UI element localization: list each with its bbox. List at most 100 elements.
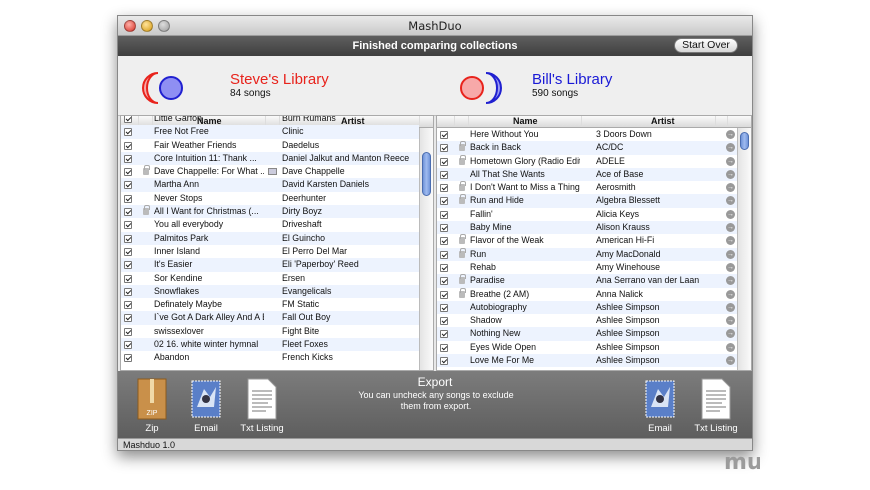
table-row[interactable]: Fair Weather Friends Daedelus — [121, 139, 419, 152]
arrow-right-icon[interactable]: → — [726, 249, 735, 259]
table-row[interactable]: Inner Island El Perro Del Mar — [121, 245, 419, 258]
steve-scrollbar[interactable] — [419, 128, 433, 370]
table-row[interactable]: 02 16. white winter hymnal Fleet Foxes — [121, 338, 419, 352]
include-checkbox[interactable] — [440, 263, 448, 272]
arrow-right-icon[interactable]: → — [726, 276, 735, 286]
table-row[interactable]: Little Garfon Burn Rumans — [121, 116, 419, 125]
include-checkbox[interactable] — [124, 287, 132, 296]
export-zip-label[interactable]: Zip — [122, 423, 182, 434]
include-checkbox[interactable] — [440, 250, 448, 259]
table-row[interactable]: Back in Back AC/DC → — [437, 141, 737, 155]
table-row[interactable]: Breathe (2 AM) Anna Nalick → — [437, 287, 737, 301]
include-checkbox[interactable] — [440, 157, 448, 166]
arrow-right-icon[interactable]: → — [726, 236, 735, 246]
include-checkbox[interactable] — [440, 144, 448, 153]
export-txt-label[interactable]: Txt Listing — [232, 423, 292, 434]
export-email-label[interactable]: Email — [176, 423, 236, 434]
table-row[interactable]: Core Intuition 11: Thank ... Daniel Jalku… — [121, 151, 419, 166]
include-checkbox[interactable] — [440, 317, 448, 326]
arrow-right-icon[interactable]: → — [726, 196, 735, 206]
include-checkbox[interactable] — [124, 234, 132, 243]
table-row[interactable]: All That She Wants Ace of Base → — [437, 167, 737, 182]
table-row[interactable]: Autobiography Ashlee Simpson → — [437, 300, 737, 315]
table-row[interactable]: You all everybody Driveshaft — [121, 218, 419, 231]
scroll-thumb[interactable] — [740, 132, 749, 150]
include-checkbox[interactable] — [124, 141, 132, 150]
table-row[interactable]: Flavor of the Weak American Hi-Fi → — [437, 234, 737, 247]
table-row[interactable]: Fallin' Alicia Keys → — [437, 208, 737, 221]
arrow-right-icon[interactable]: → — [726, 329, 735, 339]
arrow-right-icon[interactable]: → — [726, 302, 735, 312]
bill-scrollbar[interactable] — [737, 128, 751, 370]
include-checkbox[interactable] — [124, 327, 132, 336]
table-row[interactable]: Free Not Free Clinic — [121, 125, 419, 139]
arrow-right-icon[interactable]: → — [726, 316, 735, 326]
include-checkbox[interactable] — [124, 154, 132, 163]
arrow-right-icon[interactable]: → — [726, 289, 735, 299]
include-checkbox[interactable] — [124, 181, 132, 190]
table-row[interactable]: Run Amy MacDonald → — [437, 247, 737, 261]
include-checkbox[interactable] — [440, 290, 448, 299]
table-row[interactable]: Hometown Glory (Radio Edit) ADELE → — [437, 154, 737, 168]
table-row[interactable]: Dave Chappelle: For What ... Dave Chappel… — [121, 165, 419, 178]
include-checkbox[interactable] — [124, 341, 132, 350]
table-row[interactable]: I Don't Want to Miss a Thing Aerosmith → — [437, 181, 737, 194]
table-row[interactable]: All I Want for Christmas (... Dirty Boyz — [121, 205, 419, 219]
include-checkbox[interactable] — [124, 301, 132, 310]
include-checkbox[interactable] — [440, 184, 448, 193]
table-row[interactable]: Nothing New Ashlee Simpson → — [437, 327, 737, 341]
include-checkbox[interactable] — [440, 224, 448, 233]
include-checkbox[interactable] — [124, 168, 132, 177]
include-checkbox[interactable] — [124, 261, 132, 270]
table-row[interactable]: Love Me For Me Ashlee Simpson → — [437, 354, 737, 368]
arrow-right-icon[interactable]: → — [726, 356, 735, 366]
table-row[interactable]: Paradise Ana Serrano van der Laan → — [437, 274, 737, 288]
include-checkbox[interactable] — [440, 357, 448, 366]
include-checkbox[interactable] — [440, 343, 448, 352]
include-checkbox[interactable] — [440, 131, 448, 139]
mail-stamp-icon[interactable] — [188, 377, 224, 421]
table-row[interactable]: Rehab Amy Winehouse → — [437, 261, 737, 274]
table-row[interactable]: Here Without You 3 Doors Down → — [437, 128, 737, 141]
table-row[interactable]: Shadow Ashlee Simpson → — [437, 314, 737, 327]
include-checkbox[interactable] — [124, 116, 132, 123]
table-row[interactable]: I`ve Got A Dark Alley And A B Fall Out Bo… — [121, 311, 419, 325]
table-row[interactable]: Run and Hide Algebra Blessett → — [437, 194, 737, 208]
include-checkbox[interactable] — [440, 330, 448, 339]
arrow-right-icon[interactable]: → — [726, 262, 735, 272]
include-checkbox[interactable] — [440, 170, 448, 179]
text-document-icon[interactable] — [698, 377, 734, 421]
arrow-right-icon[interactable]: → — [726, 223, 735, 233]
export-txt-label-right[interactable]: Txt Listing — [686, 423, 746, 434]
table-row[interactable]: Martha Ann David Karsten Daniels — [121, 178, 419, 192]
text-document-icon[interactable] — [244, 377, 280, 421]
arrow-right-icon[interactable]: → — [726, 169, 735, 179]
include-checkbox[interactable] — [440, 210, 448, 219]
table-row[interactable]: swissexlover Fight Bite — [121, 325, 419, 338]
export-email-label-right[interactable]: Email — [630, 423, 690, 434]
include-checkbox[interactable] — [124, 221, 132, 230]
table-row[interactable]: Never Stops Deerhunter — [121, 192, 419, 205]
table-row[interactable]: Baby Mine Alison Krauss → — [437, 221, 737, 235]
table-row[interactable]: Snowflakes Evangelicals — [121, 284, 419, 299]
column-header-name[interactable]: Name — [513, 116, 538, 126]
table-row[interactable]: It's Easier Eli 'Paperboy' Reed — [121, 258, 419, 272]
table-row[interactable]: Abandon French Kicks — [121, 351, 419, 364]
arrow-right-icon[interactable]: → — [726, 130, 735, 139]
table-row[interactable]: Sor Kendine Ersen — [121, 272, 419, 285]
include-checkbox[interactable] — [440, 197, 448, 206]
arrow-right-icon[interactable]: → — [726, 143, 735, 153]
include-checkbox[interactable] — [124, 274, 132, 283]
include-checkbox[interactable] — [124, 208, 132, 217]
arrow-right-icon[interactable]: → — [726, 183, 735, 193]
arrow-right-icon[interactable]: → — [726, 342, 735, 352]
table-row[interactable]: Eyes Wide Open Ashlee Simpson → — [437, 341, 737, 354]
table-row[interactable]: Definately Maybe FM Static — [121, 298, 419, 311]
start-over-button[interactable]: Start Over — [674, 38, 738, 53]
include-checkbox[interactable] — [124, 194, 132, 203]
include-checkbox[interactable] — [440, 303, 448, 312]
include-checkbox[interactable] — [440, 237, 448, 246]
arrow-right-icon[interactable]: → — [726, 156, 735, 166]
mail-stamp-icon[interactable] — [642, 377, 678, 421]
zip-archive-icon[interactable]: ZIP — [134, 377, 170, 421]
